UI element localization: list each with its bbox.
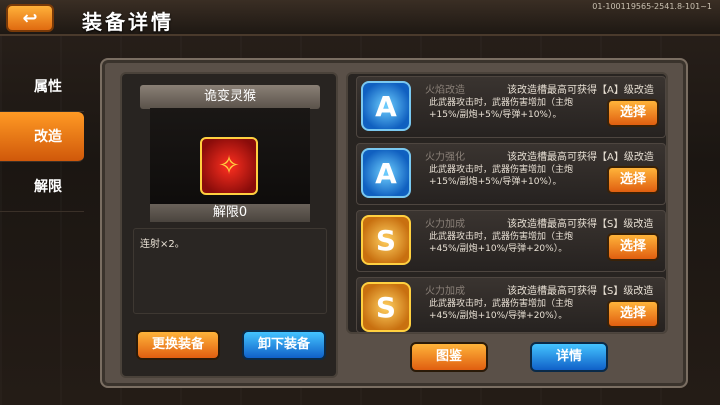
mod-name: 火力加成 xyxy=(425,219,465,230)
tab-unlimit[interactable]: 解限 xyxy=(0,162,84,212)
grade-s-icon: S xyxy=(361,215,411,265)
equipment-name: 诡变灵猴 xyxy=(140,85,320,109)
tab-modify[interactable]: 改造 xyxy=(0,112,84,162)
weapon-icon[interactable]: ✧ xyxy=(200,137,258,195)
grade-s-icon: S xyxy=(361,282,411,332)
mod-grade-text: 该改造槽最高可获得【A】级改造 xyxy=(507,85,654,96)
top-bar: ↩ 装备详情 01-100119565-2541.8-101~1 xyxy=(0,0,720,36)
details-button[interactable]: 详情 xyxy=(530,342,608,372)
mod-grade-text: 该改造槽最高可获得【S】级改造 xyxy=(507,286,654,297)
mod-row: S 火力加成 该改造槽最高可获得【S】级改造 此武器攻击时，武器伤害增加（主炮+… xyxy=(356,210,666,272)
grade-a-icon: A xyxy=(361,148,411,198)
mod-name: 火力加成 xyxy=(425,286,465,297)
select-button[interactable]: 选择 xyxy=(607,233,659,261)
back-button[interactable]: ↩ xyxy=(6,4,54,32)
equipment-description: 连射×2。 xyxy=(133,228,327,314)
mod-description: 此武器攻击时，武器伤害增加（主炮+45%/副炮+10%/导弹+20%）。 xyxy=(429,299,574,321)
version-text: 01-100119565-2541.8-101~1 xyxy=(592,2,712,11)
mod-description: 此武器攻击时，武器伤害增加（主炮+15%/副炮+5%/导弹+10%）。 xyxy=(429,98,574,120)
select-button[interactable]: 选择 xyxy=(607,99,659,127)
select-button[interactable]: 选择 xyxy=(607,300,659,328)
change-equipment-button[interactable]: 更换装备 xyxy=(136,330,220,360)
catalog-button[interactable]: 图鉴 xyxy=(410,342,488,372)
sidebar: 属性 改造 解限 xyxy=(0,62,84,212)
back-arrow-icon: ↩ xyxy=(22,7,38,29)
mod-grade-text: 该改造槽最高可获得【S】级改造 xyxy=(507,219,654,230)
unequip-button[interactable]: 卸下装备 xyxy=(242,330,326,360)
limit-label: 解限0 xyxy=(150,204,310,222)
grade-a-icon: A xyxy=(361,81,411,131)
mod-row: S 火力加成 该改造槽最高可获得【S】级改造 此武器攻击时，武器伤害增加（主炮+… xyxy=(356,277,666,333)
mod-name: 火力强化 xyxy=(425,152,465,163)
select-button[interactable]: 选择 xyxy=(607,166,659,194)
page-title: 装备详情 xyxy=(82,10,174,34)
mod-description: 此武器攻击时，武器伤害增加（主炮+45%/副炮+10%/导弹+20%）。 xyxy=(429,232,574,254)
mod-name: 火焰改造 xyxy=(425,85,465,96)
mod-description: 此武器攻击时，武器伤害增加（主炮+15%/副炮+5%/导弹+10%）。 xyxy=(429,165,574,187)
tab-attributes[interactable]: 属性 xyxy=(0,62,84,112)
mod-row: A 火力强化 该改造槽最高可获得【A】级改造 此武器攻击时，武器伤害增加（主炮+… xyxy=(356,143,666,205)
mod-row: A 火焰改造 该改造槽最高可获得【A】级改造 此武器攻击时，武器伤害增加（主炮+… xyxy=(356,76,666,138)
mod-grade-text: 该改造槽最高可获得【A】级改造 xyxy=(507,152,654,163)
